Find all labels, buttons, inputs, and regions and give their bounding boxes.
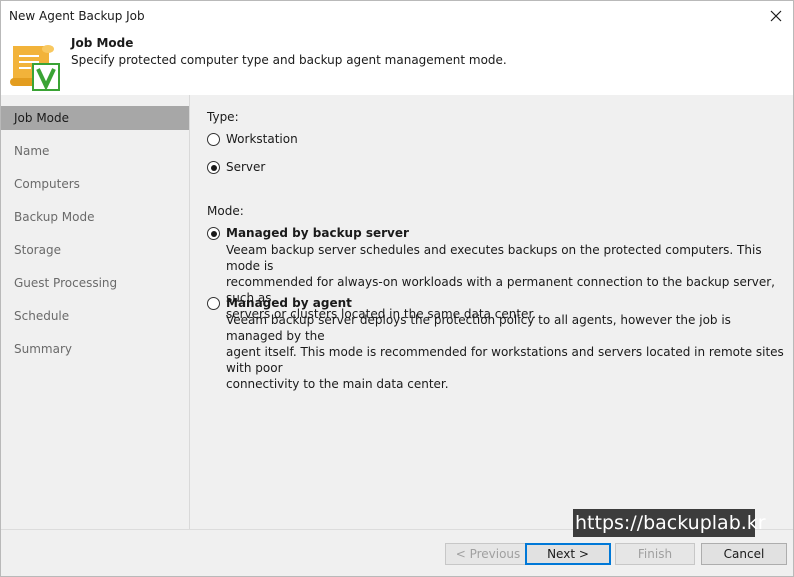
page-subtitle: Specify protected computer type and back… <box>71 53 507 67</box>
job-mode-panel: Type: Workstation Server Mode: Managed b… <box>191 95 793 529</box>
sidebar-item-schedule[interactable]: Schedule <box>1 304 189 328</box>
description-line: agent itself. This mode is recommended f… <box>226 345 784 375</box>
sidebar-item-guest-processing[interactable]: Guest Processing <box>1 271 189 295</box>
previous-button[interactable]: < Previous <box>445 543 531 565</box>
close-button[interactable] <box>765 5 787 27</box>
managed-by-agent-radio[interactable] <box>207 297 220 310</box>
sidebar-item-computers[interactable]: Computers <box>1 172 189 196</box>
finish-button[interactable]: Finish <box>615 543 695 565</box>
sidebar-item-summary[interactable]: Summary <box>1 337 189 361</box>
sidebar-item-job-mode[interactable]: Job Mode <box>1 106 189 130</box>
workstation-radio[interactable] <box>207 133 220 146</box>
dialog-window: New Agent Backup Job Job Mode Specify pr… <box>0 0 794 577</box>
cancel-button[interactable]: Cancel <box>701 543 787 565</box>
sidebar-item-name[interactable]: Name <box>1 139 189 163</box>
watermark: https://backuplab.kr <box>573 509 766 537</box>
sidebar-item-backup-mode[interactable]: Backup Mode <box>1 205 189 229</box>
description-line: Veeam backup server deploys the protecti… <box>226 313 731 343</box>
close-icon <box>770 10 782 22</box>
job-scroll-icon <box>10 45 60 91</box>
window-title: New Agent Backup Job <box>9 9 145 23</box>
page-title: Job Mode <box>71 36 134 50</box>
description-line: Veeam backup server schedules and execut… <box>226 243 762 273</box>
title-bar: New Agent Backup Job <box>1 1 793 31</box>
managed-by-server-description: Veeam backup server schedules and execut… <box>226 242 786 322</box>
mode-label: Mode: <box>207 204 244 218</box>
next-button[interactable]: Next > <box>525 543 611 565</box>
server-label[interactable]: Server <box>226 160 265 174</box>
managed-by-agent-description: Veeam backup server deploys the protecti… <box>226 312 791 392</box>
wizard-steps-sidebar: Job Mode Name Computers Backup Mode Stor… <box>1 95 190 529</box>
sidebar-item-storage[interactable]: Storage <box>1 238 189 262</box>
managed-by-server-radio[interactable] <box>207 227 220 240</box>
workstation-label[interactable]: Workstation <box>226 132 298 146</box>
wizard-header: Job Mode Specify protected computer type… <box>1 31 793 95</box>
server-radio[interactable] <box>207 161 220 174</box>
description-line: connectivity to the main data center. <box>226 377 449 391</box>
managed-by-server-label[interactable]: Managed by backup server <box>226 226 409 240</box>
managed-by-agent-label[interactable]: Managed by agent <box>226 296 352 310</box>
type-label: Type: <box>207 110 239 124</box>
